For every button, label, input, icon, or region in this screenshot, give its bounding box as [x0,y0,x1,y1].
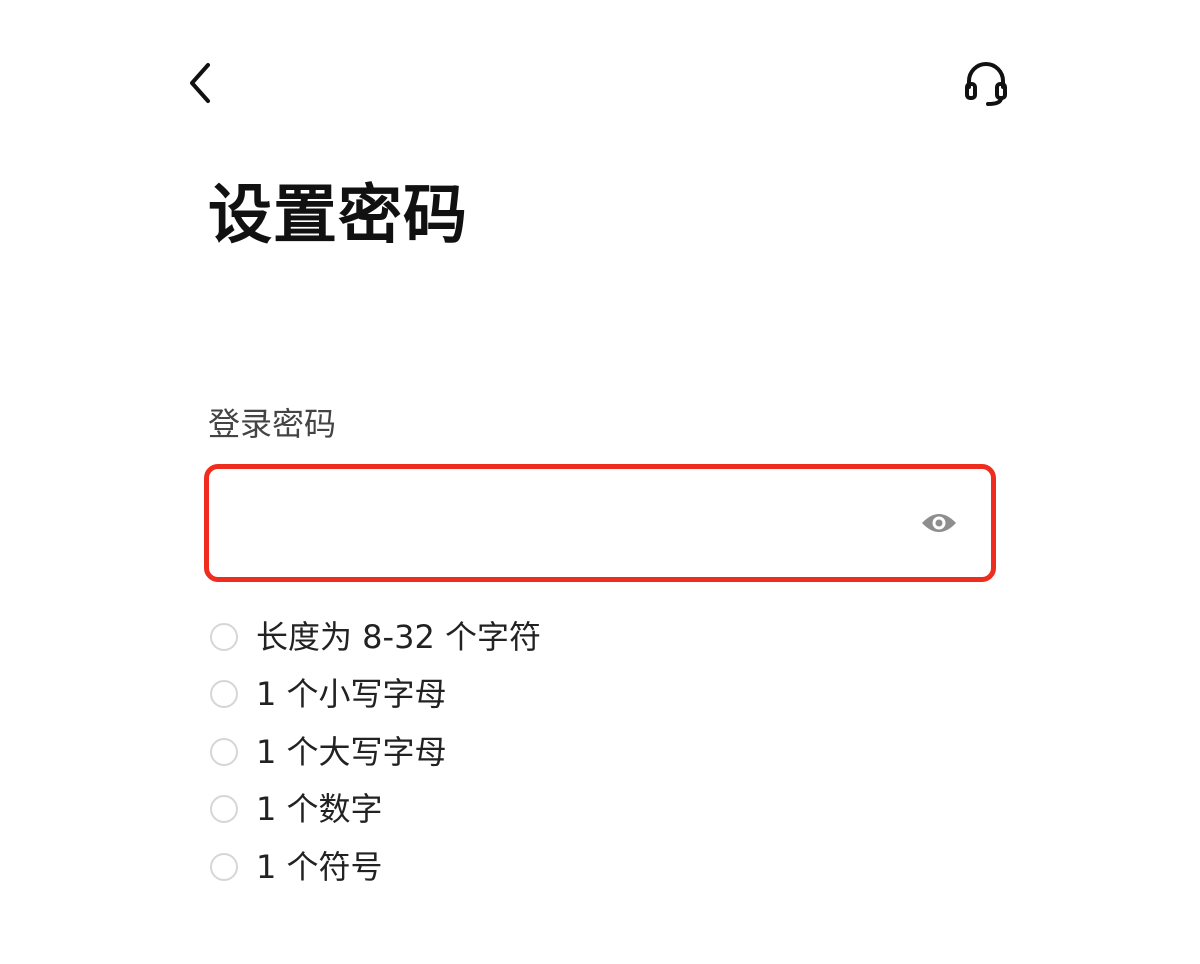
page-title: 设置密码 [208,179,468,253]
set-password-page: 设置密码 登录密码 长度为 8-32 个字符 1 个小写字母 1 个大写字母 1… [0,0,1200,964]
requirement-text: 1 个大写字母 [256,732,447,771]
customer-support-button[interactable] [958,54,1014,110]
requirement-digit: 1 个数字 [210,781,541,839]
requirement-length: 长度为 8-32 个字符 [210,608,541,666]
password-field[interactable] [204,464,996,582]
password-requirements-list: 长度为 8-32 个字符 1 个小写字母 1 个大写字母 1 个数字 1 个符号 [210,608,541,896]
requirement-text: 1 个小写字母 [256,675,447,714]
requirement-text: 长度为 8-32 个字符 [256,617,541,656]
back-button[interactable] [176,56,224,110]
requirement-lowercase: 1 个小写字母 [210,666,541,724]
requirement-status-circle [210,795,238,824]
chevron-left-icon [190,63,210,103]
toggle-password-visibility-button[interactable] [917,505,961,541]
requirement-status-circle [210,622,238,651]
requirement-text: 1 个符号 [256,847,383,886]
password-label: 登录密码 [208,405,337,443]
eye-icon [922,514,956,532]
requirement-symbol: 1 个符号 [210,838,541,896]
requirement-status-circle [210,852,238,881]
password-input[interactable] [229,491,893,557]
requirement-status-circle [210,737,238,766]
requirement-status-circle [210,680,238,709]
headset-icon [965,62,1007,106]
requirement-text: 1 个数字 [256,790,383,829]
requirement-uppercase: 1 个大写字母 [210,723,541,781]
